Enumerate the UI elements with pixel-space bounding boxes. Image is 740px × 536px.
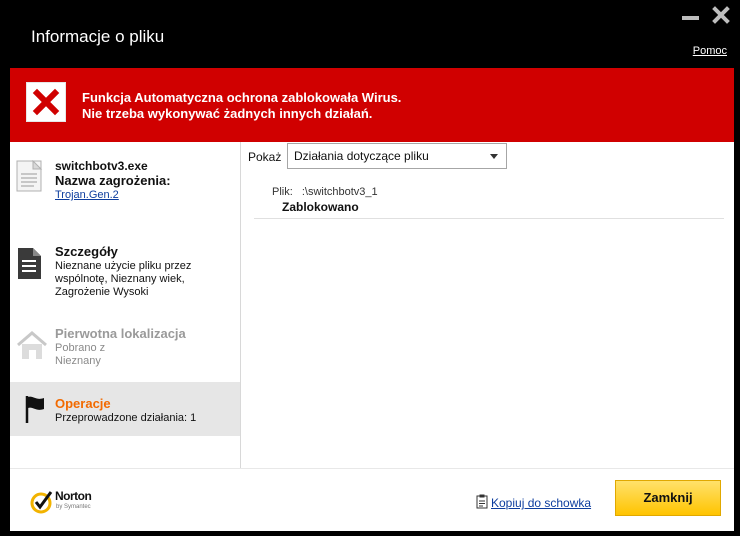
sidebar-item-details[interactable]: Szczegóły Nieznane użycie pliku przez ws… [10, 242, 240, 322]
file-label: Plik: [272, 186, 293, 198]
file-info-window: Informacje o pliku Pomoc Funkcja Automat… [0, 0, 740, 536]
filter-select[interactable]: Działania dotyczące pliku [287, 143, 507, 169]
show-label: Pokaż [248, 150, 282, 164]
sidebar-item-operations[interactable]: Operacje Przeprowadzone działania: 1 [10, 382, 240, 436]
origin-line-1: Pobrano z [55, 342, 106, 354]
dropdown-arrow-icon [490, 154, 498, 159]
help-link[interactable]: Pomoc [693, 45, 727, 57]
file-row: Plik: :\switchbotv3_1 [272, 186, 378, 198]
flag-icon [24, 394, 54, 430]
sidebar: switchbotv3.exe Nazwa zagrożenia: Trojan… [10, 142, 241, 468]
file-name: switchbotv3.exe [55, 159, 148, 173]
details-title: Szczegóły [55, 244, 118, 259]
minimize-icon[interactable] [682, 6, 700, 26]
close-button[interactable]: Zamknij [615, 480, 721, 516]
details-doc-icon [16, 246, 46, 282]
details-pane: Pokaż Działania dotyczące pliku Plik: :\… [242, 142, 734, 468]
alert-line-1: Funkcja Automatyczna ochrona zablokowała… [82, 90, 402, 105]
alert-message: Funkcja Automatyczna ochrona zablokowała… [82, 90, 401, 122]
details-line-2: wspólnotę, Nieznany wiek, [55, 273, 185, 285]
filter-select-value: Działania dotyczące pliku [294, 149, 429, 163]
copy-to-clipboard-link[interactable]: Kopiuj do schowka [491, 496, 591, 510]
divider [254, 218, 724, 219]
document-icon [16, 159, 46, 196]
norton-logo: Norton by Symantec [30, 487, 110, 517]
origin-title: Pierwotna lokalizacja [55, 326, 186, 341]
threat-label: Nazwa zagrożenia: [55, 173, 171, 188]
title-bar: Informacje o pliku Pomoc [0, 0, 740, 68]
blocked-x-icon [26, 82, 66, 122]
norton-brand: Norton [55, 489, 92, 503]
details-line-3: Zagrożenie Wysoki [55, 286, 149, 298]
home-icon [15, 328, 47, 364]
threat-name-link[interactable]: Trojan.Gen.2 [55, 189, 171, 202]
sidebar-item-origin[interactable]: Pierwotna lokalizacja Pobrano z Nieznany [10, 324, 240, 384]
norton-brand-sub: by Symantec [56, 504, 91, 510]
details-line-1: Nieznane użycie pliku przez [55, 260, 192, 272]
alert-line-2: Nie trzeba wykonywać żadnych innych dzia… [82, 106, 373, 121]
origin-line-2: Nieznany [55, 355, 101, 367]
operations-title: Operacje [55, 396, 111, 411]
content-panel: switchbotv3.exe Nazwa zagrożenia: Trojan… [10, 142, 734, 531]
sidebar-item-file[interactable]: switchbotv3.exe Nazwa zagrożenia: Trojan… [10, 156, 240, 236]
alert-banner: Funkcja Automatyczna ochrona zablokowała… [10, 68, 734, 142]
window-title: Informacje o pliku [31, 27, 165, 46]
clipboard-icon[interactable] [476, 494, 488, 509]
operations-line-1: Przeprowadzone działania: 1 [55, 412, 197, 424]
file-status: Zablokowano [282, 200, 359, 214]
close-icon[interactable] [712, 6, 732, 28]
footer: Norton by Symantec Kopiuj do schowka Zam… [10, 468, 734, 531]
file-path: :\switchbotv3_1 [301, 186, 378, 198]
